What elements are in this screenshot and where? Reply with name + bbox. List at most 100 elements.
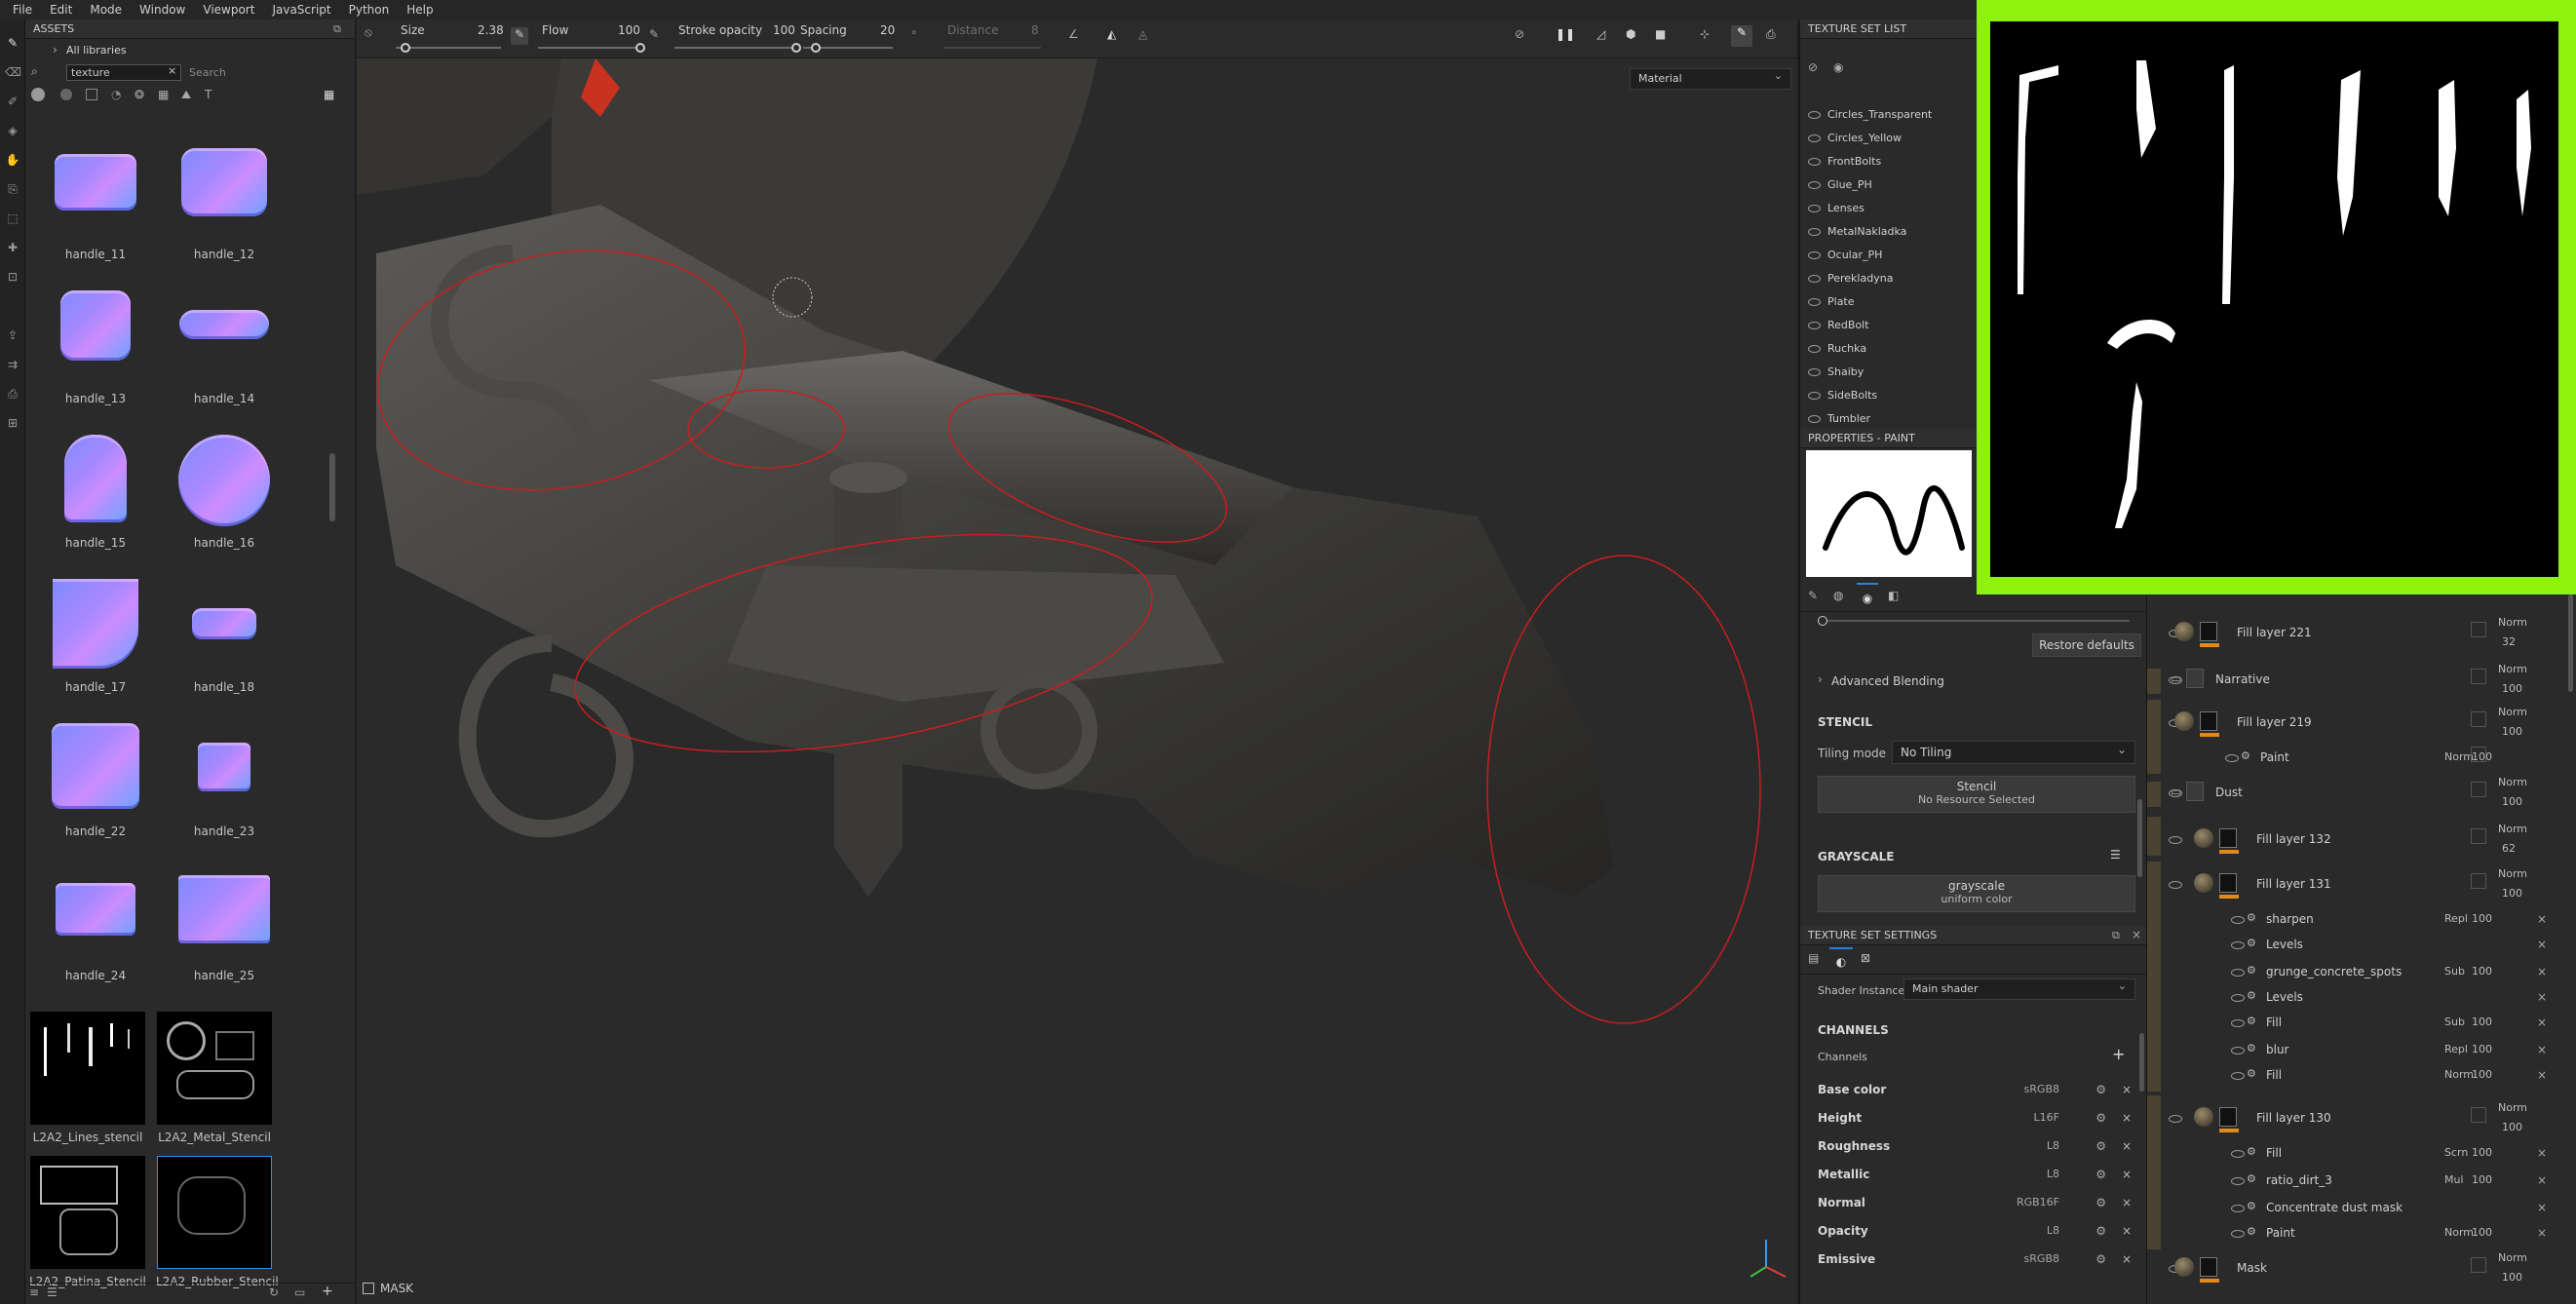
menu-mode[interactable]: Mode <box>81 3 131 17</box>
layer-row[interactable]: Fill layer 130 Norm 100 <box>2147 1095 2576 1134</box>
remove-channel-icon[interactable]: × <box>2122 1104 2132 1131</box>
visibility-eye-icon[interactable] <box>1808 181 1821 189</box>
visibility-eye-icon[interactable] <box>2231 1047 2245 1055</box>
visibility-eye-icon[interactable] <box>1808 275 1821 283</box>
menu-window[interactable]: Window <box>131 3 194 17</box>
texture-set-item[interactable]: Circles_Transparent <box>1800 103 1978 127</box>
3d-view-icon[interactable]: ⬢ <box>1626 27 1635 41</box>
visibility-eye-icon[interactable] <box>2225 754 2239 762</box>
settings-scrollbar[interactable] <box>2139 1033 2144 1092</box>
channel-format[interactable]: L16F <box>2034 1104 2059 1131</box>
undock-icon[interactable]: ⧉ <box>333 22 341 36</box>
texture-set-item[interactable]: Ruchka <box>1800 337 1978 361</box>
smudge-icon[interactable]: ✋ <box>5 152 20 168</box>
channel-settings-icon[interactable]: ⚙ <box>2095 1217 2106 1245</box>
channel-format[interactable]: sRGB8 <box>2024 1246 2059 1273</box>
angle-slider[interactable] <box>1818 616 2130 626</box>
opacity-value[interactable]: 62 <box>2502 842 2516 855</box>
advanced-blending-toggle[interactable]: Advanced Blending <box>1831 674 1944 688</box>
smart-material-filter-icon[interactable] <box>60 89 72 100</box>
layer-row[interactable]: ⚙ sharpen Repl 100 × <box>2147 897 2576 936</box>
visibility-eye-icon[interactable] <box>2231 1072 2245 1080</box>
remove-channel-icon[interactable]: × <box>2122 1132 2132 1160</box>
opacity-value[interactable]: 100 <box>2472 912 2492 925</box>
flow-slider-knob[interactable] <box>635 43 645 53</box>
symmetry-icon[interactable]: ◭ <box>1107 27 1116 41</box>
asset-handle-24[interactable]: handle_24 <box>37 867 154 982</box>
stroke-opacity-slider[interactable] <box>674 43 801 53</box>
visibility-eye-icon[interactable] <box>2169 1115 2182 1123</box>
brush-settings-icon[interactable]: ⦸ <box>365 25 372 40</box>
layer-row[interactable]: Mask Norm 100 <box>2147 1251 2576 1284</box>
flow-value[interactable]: 100 <box>618 23 640 37</box>
layer-row[interactable]: Fill layer 132 Norm 62 <box>2147 817 2576 856</box>
pause-icon[interactable]: ❚❚ <box>1556 27 1575 41</box>
list-view-icon[interactable]: ☰ <box>47 1285 58 1299</box>
visibility-eye-icon[interactable] <box>1808 228 1821 236</box>
layer-row[interactable]: ⚙ Levels × <box>2147 922 2576 961</box>
picker-icon[interactable]: ✚ <box>5 240 20 255</box>
layer-checkbox[interactable] <box>2471 873 2486 889</box>
grayscale-resource-button[interactable]: grayscale uniform color <box>1818 875 2135 912</box>
remove-effect-icon[interactable]: × <box>2537 1173 2547 1187</box>
library-breadcrumb[interactable]: All libraries <box>66 44 127 57</box>
layer-row[interactable]: Fill layer 221 Norm 32 <box>2147 616 2576 648</box>
layer-row[interactable]: Fill layer 131 Norm 100 <box>2147 862 2576 901</box>
texture-set-item[interactable]: Perekladyna <box>1800 267 1978 290</box>
hide-all-icon[interactable]: ⊘ <box>1808 60 1818 74</box>
flow-slider[interactable] <box>538 43 645 53</box>
paint-brush-icon[interactable]: ✎ <box>5 35 20 51</box>
tiling-mode-select[interactable]: No Tiling <box>1892 739 2135 764</box>
asset-handle-13[interactable]: handle_13 <box>37 290 154 405</box>
texture-filter-icon[interactable] <box>86 89 97 100</box>
remove-effect-icon[interactable]: × <box>2537 990 2547 1004</box>
layer-checkbox[interactable] <box>2471 622 2486 637</box>
texture-set-item[interactable]: Glue_PH <box>1800 173 1978 197</box>
paint-mode-icon[interactable]: ✎ <box>1731 25 1752 47</box>
blend-mode-select[interactable]: Sub <box>2444 965 2465 978</box>
opacity-value[interactable]: 100 <box>2472 1016 2492 1028</box>
folder-icon[interactable]: ▭ <box>2171 671 2181 685</box>
layer-checkbox[interactable] <box>2471 711 2486 727</box>
channel-format[interactable]: RGB16F <box>2017 1189 2059 1216</box>
texture-set-item[interactable]: Ocular_PH <box>1800 244 1978 267</box>
stroke-opacity-slider-knob[interactable] <box>791 43 801 53</box>
asset-handle-17[interactable]: handle_17 <box>37 579 154 694</box>
visibility-eye-icon[interactable] <box>2231 1230 2245 1238</box>
blend-mode-select[interactable]: Repl <box>2444 912 2468 925</box>
pen-pressure-icon[interactable]: ✎ <box>511 27 528 45</box>
blend-mode-select[interactable]: Norm <box>2498 1251 2527 1264</box>
asset-rubber-stencil[interactable]: L2A2_Rubber_Stencil <box>156 1156 279 1288</box>
channel-format[interactable]: L8 <box>2047 1217 2059 1245</box>
distance-value[interactable]: 8 <box>1031 23 1039 37</box>
mirror-icon[interactable]: ◬ <box>1138 27 1147 41</box>
shader-instance-select[interactable]: Main shader <box>1903 977 2135 1000</box>
font-filter-icon[interactable]: T <box>205 88 211 101</box>
layer-row[interactable]: ⚙ Fill Sub 100 × <box>2147 1000 2576 1039</box>
remove-effect-icon[interactable]: × <box>2537 938 2547 951</box>
texture-set-item[interactable]: Circles_Yellow <box>1800 127 1978 150</box>
settings-tab-icon[interactable]: ▤ <box>1808 951 1819 965</box>
folder-icon[interactable]: ▭ <box>294 1285 305 1299</box>
channel-format[interactable]: sRGB8 <box>2024 1076 2059 1103</box>
library-config-icon[interactable]: ≡ <box>29 1285 39 1299</box>
opacity-value[interactable]: 100 <box>2472 1146 2492 1159</box>
channel-settings-icon[interactable]: ⚙ <box>2095 1076 2106 1103</box>
bake-tab-icon[interactable]: ⊠ <box>1861 951 1870 965</box>
mask-thumbnail[interactable] <box>2200 1257 2217 1277</box>
remove-effect-icon[interactable]: × <box>2537 912 2547 926</box>
asset-handle-18[interactable]: handle_18 <box>166 579 283 694</box>
mask-thumbnail[interactable] <box>2200 622 2217 641</box>
visibility-eye-icon[interactable] <box>1808 158 1821 166</box>
blend-mode-select[interactable]: Norm <box>2498 663 2527 675</box>
screenshot-icon[interactable]: ⎙ <box>1766 27 1776 42</box>
brush-tab-icon[interactable]: ✎ <box>1808 589 1818 602</box>
opacity-value[interactable]: 100 <box>2472 1043 2492 1055</box>
grid-view-icon[interactable]: ▦ <box>324 88 334 101</box>
restore-defaults-button[interactable]: Restore defaults <box>2032 633 2141 657</box>
layer-row[interactable]: ⚙ Paint Norm 100 × <box>2147 1210 2576 1249</box>
layer-row[interactable]: ⚙ Concentrate dust mask × <box>2147 1185 2576 1224</box>
asset-metal-stencil[interactable]: L2A2_Metal_Stencil <box>156 1012 273 1144</box>
menu-help[interactable]: Help <box>398 3 442 17</box>
layer-row[interactable]: ▭ Narrative Norm 100 <box>2147 663 2576 695</box>
